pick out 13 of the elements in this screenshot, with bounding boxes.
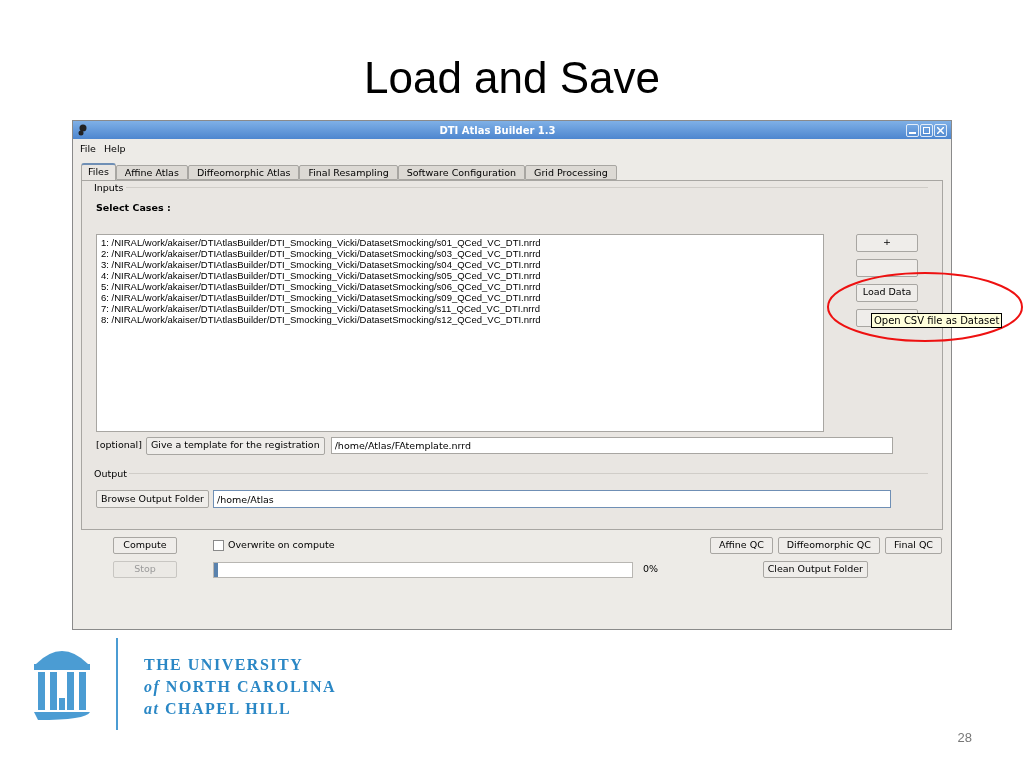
window-title: DTI Atlas Builder 1.3	[439, 123, 556, 138]
group-title: Output	[92, 467, 129, 482]
logo-text-line: at CHAPEL HILL	[144, 699, 293, 719]
page-number: 28	[957, 729, 972, 747]
logo-text-line: of NORTH CAROLINA	[144, 677, 337, 698]
progress-reading: 0%	[643, 562, 659, 577]
slide-title: Load and Save	[363, 52, 660, 104]
logo-text-line: THE UNIVERSITY	[144, 655, 305, 675]
checkbox-label: Overwrite on compute	[228, 538, 335, 553]
optional-label: [optional]	[96, 438, 142, 453]
section-label: Select Cases :	[96, 201, 172, 216]
group-title: Inputs	[92, 181, 126, 196]
tooltip: Open CSV file as Dataset	[871, 313, 1003, 328]
